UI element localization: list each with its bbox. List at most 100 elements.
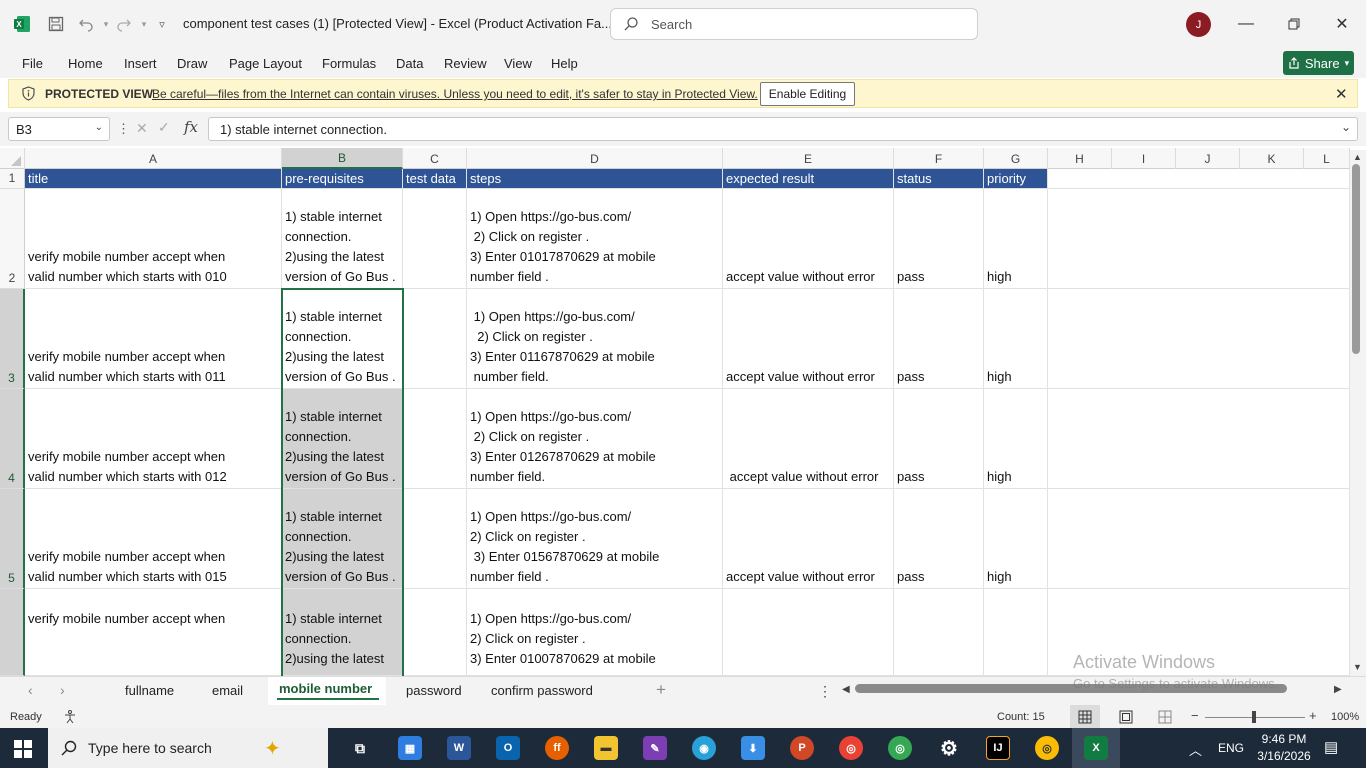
col-header-f[interactable]: F <box>894 148 984 169</box>
col-header-e[interactable]: E <box>723 148 894 169</box>
expected-result-cell[interactable]: accept value without error <box>723 389 894 489</box>
insert-function-icon[interactable]: fx <box>184 118 198 136</box>
intellij-icon[interactable]: IJ <box>986 736 1010 760</box>
restore-icon[interactable] <box>1282 12 1306 36</box>
sheet-tab-email[interactable]: email <box>212 683 243 698</box>
scroll-left-icon[interactable]: ◀ <box>842 684 850 695</box>
zoom-out-icon[interactable]: − <box>1191 708 1199 723</box>
col-header-d[interactable]: D <box>467 148 723 169</box>
excel-taskbar-icon[interactable]: X <box>1084 736 1108 760</box>
zoom-in-icon[interactable]: + <box>1309 708 1317 723</box>
col-header-b[interactable]: B <box>282 148 403 169</box>
menu-page-layout[interactable]: Page Layout <box>229 56 302 71</box>
menu-home[interactable]: Home <box>68 56 103 71</box>
status-cell[interactable] <box>894 589 984 676</box>
scroll-down-icon[interactable]: ▼ <box>1353 662 1362 672</box>
scroll-up-icon[interactable]: ▲ <box>1353 152 1362 162</box>
file-explorer-icon[interactable]: ▬ <box>594 736 618 760</box>
expected-result-cell[interactable]: accept value without error <box>723 189 894 289</box>
priority-cell[interactable]: high <box>984 389 1048 489</box>
menu-insert[interactable]: Insert <box>124 56 157 71</box>
close-protected-bar-icon[interactable]: ✕ <box>1335 85 1348 103</box>
title-cell[interactable]: verify mobile number accept when valid nu… <box>25 289 282 389</box>
title-cell[interactable]: verify mobile number accept when valid nu… <box>25 489 282 589</box>
clock-date[interactable]: 3/16/2026 <box>1255 749 1313 763</box>
expand-formula-icon[interactable]: ⌄ <box>1341 120 1351 134</box>
powerpoint-icon[interactable]: P <box>790 736 814 760</box>
name-box[interactable]: B3 ⌄ <box>8 117 110 141</box>
tab-options-icon[interactable]: ⋮ <box>818 683 832 700</box>
taskbar-search-box[interactable]: Type here to search ✦ <box>48 728 328 768</box>
sheet-tab-fullname[interactable]: fullname <box>125 683 174 698</box>
empty-cells[interactable] <box>1048 289 1350 389</box>
paint-icon[interactable]: ✎ <box>643 736 667 760</box>
empty-cells[interactable] <box>1048 169 1350 189</box>
next-sheet-icon[interactable]: › <box>60 682 65 698</box>
menu-draw[interactable]: Draw <box>177 56 207 71</box>
name-box-dropdown-icon[interactable]: ⌄ <box>95 122 103 133</box>
col-header-g[interactable]: G <box>984 148 1048 169</box>
col-header-l[interactable]: L <box>1304 148 1350 169</box>
row-header-3[interactable]: 3 <box>0 289 25 389</box>
copilot-sparkle-icon[interactable]: ✦ <box>264 736 281 761</box>
undo-icon[interactable] <box>76 14 96 34</box>
title-cell[interactable]: verify mobile number accept when <box>25 589 282 676</box>
chrome-profile-icon[interactable]: ◎ <box>888 736 912 760</box>
steps-cell[interactable]: 1) Open https://go-bus.com/ 2) Click on … <box>467 289 723 389</box>
chrome-icon[interactable]: ◎ <box>839 736 863 760</box>
select-all-corner[interactable] <box>0 148 25 169</box>
more-options-icon[interactable]: ⋮ <box>117 121 130 137</box>
steps-cell[interactable]: 1) Open https://go-bus.com/ 2) Click on … <box>467 189 723 289</box>
status-cell[interactable]: pass <box>894 189 984 289</box>
expected-result-cell[interactable]: accept value without error <box>723 289 894 389</box>
steps-cell[interactable]: 1) Open https://go-bus.com/2) Click on r… <box>467 589 723 676</box>
test-data-cell[interactable] <box>403 189 467 289</box>
expected-result-cell[interactable]: accept value without error <box>723 489 894 589</box>
test-data-cell[interactable] <box>403 289 467 389</box>
row-header-5[interactable]: 5 <box>0 489 25 589</box>
sheet-tab-confirm-password[interactable]: confirm password <box>491 683 593 698</box>
col-header-k[interactable]: K <box>1240 148 1304 169</box>
col-header-a[interactable]: A <box>25 148 282 169</box>
col-header-j[interactable]: J <box>1176 148 1240 169</box>
prerequisites-cell[interactable]: 1) stable internet connection. 2)using the… <box>282 289 403 389</box>
col-header-h[interactable]: H <box>1048 148 1112 169</box>
empty-cells[interactable] <box>1048 189 1350 289</box>
notifications-icon[interactable]: ▤ <box>1324 738 1338 756</box>
status-cell[interactable]: pass <box>894 389 984 489</box>
col-header-i[interactable]: I <box>1112 148 1176 169</box>
task-view-icon[interactable]: ⧉ <box>348 736 372 760</box>
enable-editing-button[interactable]: Enable Editing <box>760 82 855 106</box>
accessibility-icon[interactable] <box>62 709 78 728</box>
chrome-second-profile-icon[interactable]: ◎ <box>1035 736 1059 760</box>
test-data-cell[interactable] <box>403 489 467 589</box>
title-cell[interactable]: verify mobile number accept when valid nu… <box>25 189 282 289</box>
add-sheet-icon[interactable]: + <box>656 680 666 700</box>
microsoft-store-icon[interactable]: ▦ <box>398 736 422 760</box>
scroll-right-icon[interactable]: ▶ <box>1334 684 1342 695</box>
language-indicator[interactable]: ENG <box>1218 741 1244 755</box>
outlook-icon[interactable]: O <box>496 736 520 760</box>
normal-view-icon[interactable] <box>1078 710 1092 727</box>
header-cell-priority[interactable]: priority <box>984 169 1048 189</box>
menu-help[interactable]: Help <box>551 56 578 71</box>
user-avatar[interactable]: J <box>1186 12 1211 37</box>
menu-formulas[interactable]: Formulas <box>322 56 376 71</box>
empty-cells[interactable] <box>1048 389 1350 489</box>
clock-time[interactable]: 9:46 PM <box>1260 732 1308 746</box>
row-header-2[interactable]: 2 <box>0 189 25 289</box>
zoom-level[interactable]: 100% <box>1331 711 1359 723</box>
redo-icon[interactable] <box>114 14 134 34</box>
photos-icon[interactable]: ◉ <box>692 736 716 760</box>
page-layout-view-icon[interactable] <box>1119 710 1133 727</box>
undo-dropdown-icon[interactable]: ▾ <box>96 14 116 34</box>
row-header-4[interactable]: 4 <box>0 389 25 489</box>
header-cell-expected-result[interactable]: expected result <box>723 169 894 189</box>
priority-cell[interactable] <box>984 589 1048 676</box>
sheet-tab-password[interactable]: password <box>406 683 462 698</box>
settings-gear-icon[interactable]: ⚙ <box>937 736 961 760</box>
header-cell-status[interactable]: status <box>894 169 984 189</box>
test-data-cell[interactable] <box>403 389 467 489</box>
zoom-slider-thumb[interactable] <box>1252 711 1256 723</box>
header-cell-title[interactable]: title <box>25 169 282 189</box>
